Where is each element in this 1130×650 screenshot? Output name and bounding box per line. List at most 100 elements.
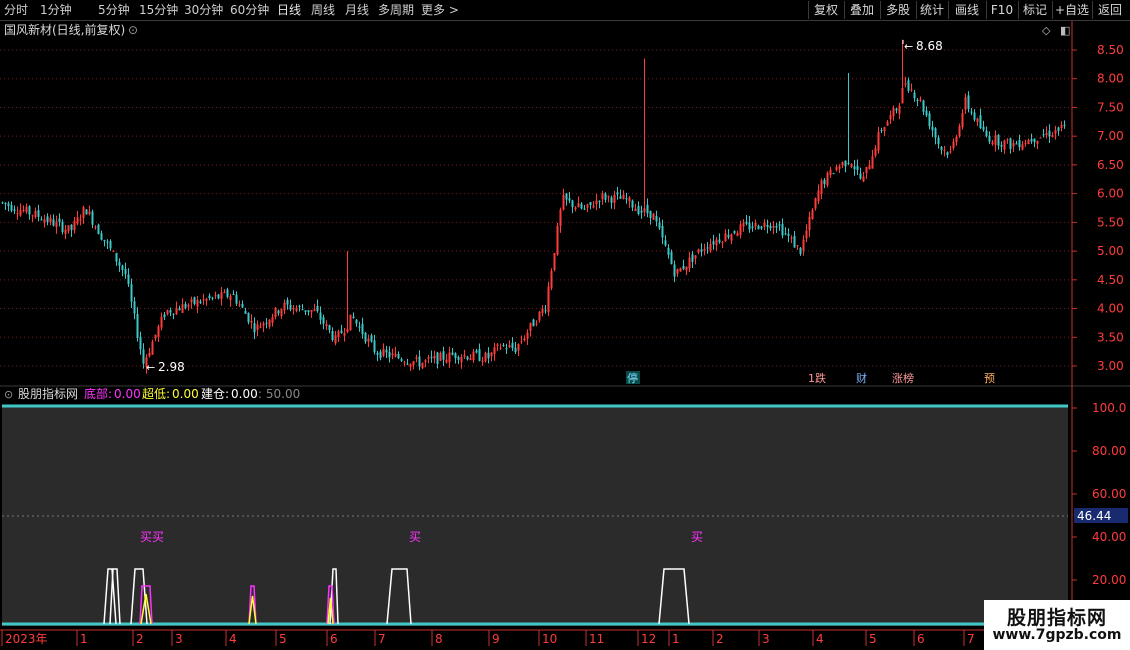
candle-body [103, 239, 106, 242]
candle-body [493, 347, 496, 355]
candle-body [700, 249, 703, 252]
candle-body [742, 223, 745, 227]
tab-intraday[interactable]: 分时 [4, 2, 28, 18]
candle-body [733, 230, 736, 234]
candle-body [1003, 140, 1006, 150]
candle-body [235, 294, 238, 304]
candle-body [868, 165, 871, 170]
candle-body [58, 218, 61, 222]
candle-body [484, 352, 487, 362]
indicator-tick-label: 40.00 [1092, 530, 1126, 544]
candle-body [211, 297, 214, 299]
price-tick-label: 3.50 [1097, 330, 1124, 344]
indicator-dropdown-icon[interactable]: ⊙ [4, 388, 13, 401]
price-tick-label: 8.50 [1097, 43, 1124, 57]
multi-stock-button[interactable]: 多股 [880, 1, 915, 19]
candle-body [520, 341, 523, 343]
stats-button[interactable]: 统计 [916, 1, 947, 19]
candle-body [658, 222, 661, 229]
candle-body [208, 295, 211, 298]
candle-body [421, 362, 424, 369]
candle-body [358, 326, 361, 328]
overlay-button[interactable]: 叠加 [844, 1, 879, 19]
tab-1min[interactable]: 1分钟 [40, 2, 72, 18]
mark-button[interactable]: 标记 [1018, 1, 1051, 19]
panel-toggle-icon[interactable]: ◧ [1060, 24, 1070, 37]
tab-monthly[interactable]: 月线 [345, 2, 369, 18]
candle-body [1021, 144, 1024, 150]
buy-label-1: 买买 [140, 530, 164, 544]
stock-chart-canvas[interactable]: 8.50 8.00 7.50 7.00 6.50 6.00 5.50 5.00 4.50 4.00… [0, 0, 1130, 650]
tab-30min[interactable]: 30分钟 [184, 2, 223, 18]
marker-finance[interactable]: 财 [856, 371, 867, 385]
candle-body [322, 317, 325, 324]
tab-weekly[interactable]: 周线 [311, 2, 335, 18]
tab-more[interactable]: 更多 > [421, 2, 459, 18]
candle-body [628, 197, 631, 202]
candle-body [106, 241, 109, 243]
candle-body [634, 208, 637, 211]
candle-body [487, 352, 490, 359]
candle-body [679, 268, 682, 272]
candle-body [835, 167, 838, 170]
candle-body [223, 292, 226, 294]
time-tick-label: 5 [869, 632, 877, 646]
candle-body [934, 128, 937, 138]
diamond-icon[interactable]: ◇ [1042, 24, 1051, 37]
candle-body [238, 304, 241, 306]
tab-15min[interactable]: 15分钟 [139, 2, 178, 18]
indicator-panel[interactable]: ⊙ 股朋指标网 底部: 0.00 超低: 0.00 建仓: 0.00 : 50.… [2, 386, 1128, 626]
candle-body [970, 111, 973, 113]
candle-body [187, 304, 190, 307]
candle-body [1006, 139, 1009, 141]
candle-body [31, 215, 34, 217]
candle-body [472, 351, 475, 361]
candle-body [412, 361, 415, 366]
tab-5min[interactable]: 5分钟 [98, 2, 130, 18]
marker-halt[interactable]: 停 [627, 371, 638, 385]
candle-body [949, 151, 952, 153]
candle-body [388, 351, 391, 358]
main-chart-panel[interactable]: 8.50 8.00 7.50 7.00 6.50 6.00 5.50 5.00 4.50 4.00… [0, 21, 1124, 385]
candle-body [400, 359, 403, 361]
restore-button[interactable]: 复权 [808, 1, 843, 19]
candle-body [256, 324, 259, 330]
candle-body [385, 349, 388, 353]
candle-body [853, 166, 856, 170]
current-value-label: 46.44 [1077, 509, 1111, 523]
draw-line-button[interactable]: 画线 [948, 1, 985, 19]
add-watchlist-button[interactable]: +自选 [1052, 1, 1091, 19]
candle-body [34, 210, 37, 218]
candle-body [28, 206, 31, 215]
candle-body [1009, 138, 1012, 149]
marker-rise-rank[interactable]: 涨榜 [892, 371, 914, 385]
candle-body [370, 335, 373, 342]
candle-body [838, 166, 841, 169]
chaodi-label: 超低: [142, 386, 170, 401]
candle-body [958, 126, 961, 137]
marker-drop[interactable]: 1跌 [808, 371, 826, 385]
candle-body [169, 310, 172, 313]
tab-multi-period[interactable]: 多周期 [378, 2, 414, 18]
tab-60min[interactable]: 60分钟 [230, 2, 269, 18]
indicator-tick-label: 100.0 [1092, 401, 1126, 415]
candle-body [685, 266, 688, 271]
jiancang-value: 0.00 [231, 387, 258, 401]
f10-button[interactable]: F10 [986, 1, 1017, 19]
candle-body [1018, 140, 1021, 148]
time-tick-label: 6 [917, 632, 925, 646]
time-tick-label: 2 [716, 632, 724, 646]
candle-body [655, 216, 658, 222]
watermark-url: www.7gpzb.com [992, 627, 1122, 643]
candle-body [448, 352, 451, 363]
marker-forecast[interactable]: 预 [984, 372, 995, 385]
candle-body [814, 198, 817, 209]
candle-body [367, 338, 370, 342]
tab-daily[interactable]: 日线 [277, 2, 301, 18]
candle-body [706, 247, 709, 249]
title-dropdown-icon[interactable]: ⊙ [128, 23, 138, 37]
candle-body [547, 286, 550, 313]
back-button[interactable]: 返回 [1092, 1, 1127, 19]
candle-body [445, 359, 448, 363]
candle-body [295, 308, 298, 311]
